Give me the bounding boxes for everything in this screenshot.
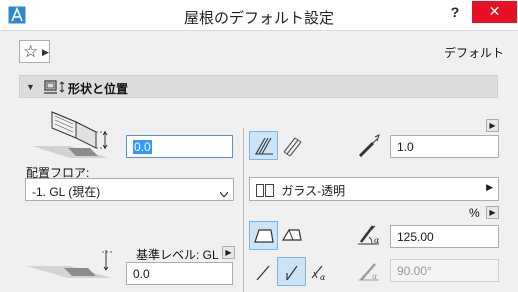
right-panel-menu-button[interactable]: ▶: [486, 119, 499, 132]
reference-level-illustration: [26, 246, 112, 284]
shape-slanted-button[interactable]: [277, 221, 306, 250]
thickness-vertical-button[interactable]: [249, 131, 278, 160]
pivot-line-icon: [355, 132, 383, 160]
material-swatch-icon: [256, 183, 274, 200]
edge-vertical-icon: [256, 265, 270, 281]
slope-field[interactable]: 125.00: [390, 225, 499, 248]
edge-custom-angle-icon: α: [311, 265, 326, 282]
collapse-arrow-icon[interactable]: ▼: [26, 78, 35, 96]
title-bar: 屋根のデフォルト設定 ? ✕: [0, 0, 518, 31]
material-select[interactable]: ガラス-透明 ▶: [249, 177, 499, 201]
svg-text:α: α: [372, 272, 378, 281]
shape-trapezoid-button[interactable]: [249, 221, 278, 250]
edge-angle-icon: α: [355, 258, 383, 284]
favorites-button[interactable]: ☆ ▶: [19, 40, 50, 63]
floor-select-value: -1. GL (現在): [32, 185, 101, 199]
shape-position-icon: [43, 79, 67, 95]
section-header-shape-position[interactable]: ▼ 形状と位置: [19, 75, 498, 98]
edge-angle-value: 90.00°: [397, 264, 432, 278]
trapezoid-icon: [254, 229, 274, 243]
material-select-value: ガラス-透明: [281, 184, 346, 198]
close-button[interactable]: ✕: [472, 1, 517, 23]
slope-value: 125.00: [397, 230, 434, 244]
hatch-perpendicular-icon: [283, 137, 302, 157]
thickness-perpendicular-button[interactable]: [277, 131, 306, 160]
column-divider: [243, 128, 244, 292]
percent-unit-label: %: [469, 206, 480, 220]
ref-level-menu-button[interactable]: ▶: [222, 246, 235, 259]
ratio-field[interactable]: 1.0: [390, 135, 499, 158]
default-label: デフォルト: [443, 46, 504, 60]
roof-thickness-illustration: [24, 106, 116, 164]
roof-thickness-value: 0.0: [133, 140, 152, 154]
ref-level-label: 基準レベル: GL: [136, 248, 219, 262]
triangle-right-icon: ▶: [42, 47, 49, 57]
slope-angle-icon: α: [355, 222, 383, 248]
section-title: 形状と位置: [68, 82, 129, 96]
roof-thickness-field[interactable]: 0.0: [126, 135, 233, 158]
edge-perpendicular-icon: [286, 265, 298, 281]
chevron-down-icon: [219, 186, 229, 198]
ratio-value: 1.0: [397, 140, 414, 154]
edge-custom-angle-button[interactable]: α: [305, 257, 334, 286]
ref-level-value: 0.0: [133, 267, 150, 281]
hatch-slope-icon: [255, 137, 273, 155]
edge-angle-field: 90.00°: [390, 259, 499, 282]
svg-text:α: α: [320, 273, 326, 282]
edge-vertical-button[interactable]: [249, 257, 278, 286]
svg-text:α: α: [374, 236, 380, 245]
floor-select[interactable]: -1. GL (現在): [25, 178, 234, 201]
slanted-block-icon: [281, 229, 302, 241]
triangle-right-icon: ▶: [486, 182, 493, 192]
ref-level-field[interactable]: 0.0: [126, 262, 233, 285]
edge-perpendicular-button[interactable]: [277, 257, 306, 286]
unit-menu-button[interactable]: ▶: [486, 206, 499, 219]
help-button[interactable]: ?: [440, 0, 470, 26]
star-icon: ☆: [23, 42, 39, 61]
